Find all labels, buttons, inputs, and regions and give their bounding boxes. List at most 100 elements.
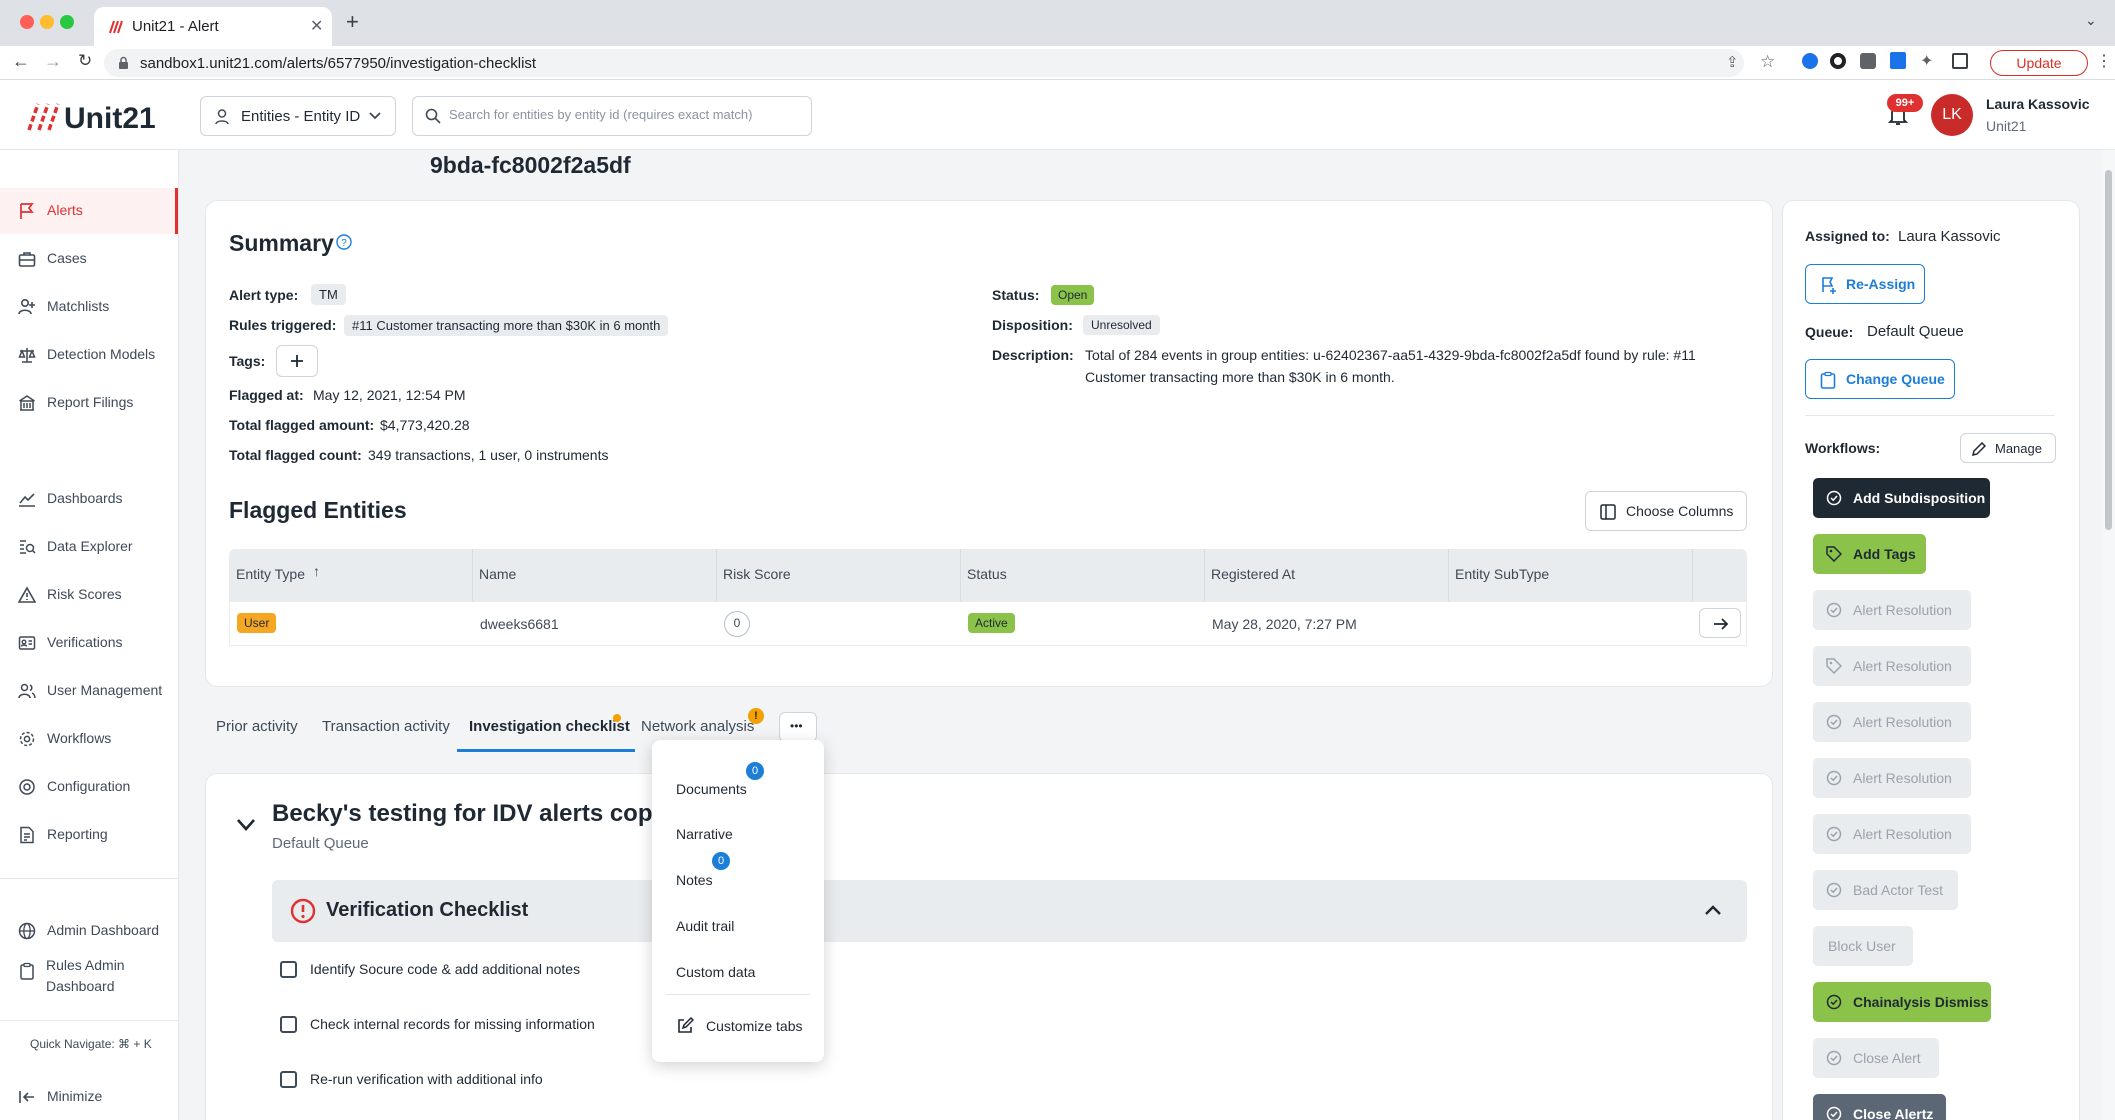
search-data-icon: [20, 540, 36, 554]
browser-menu-icon[interactable]: ⋮: [2096, 51, 2112, 71]
sidebar-item-alerts[interactable]: Alerts: [0, 188, 178, 234]
workflow-alert-resolution-button[interactable]: Alert Resolution: [1813, 758, 1971, 798]
browser-update-button[interactable]: Update: [1990, 50, 2088, 76]
sidebar-item-rules-admin-dashboard[interactable]: Rules Admin Dashboard: [0, 956, 178, 1006]
choose-columns-button[interactable]: Choose Columns: [1585, 491, 1747, 531]
disposition-badge: Unresolved: [1083, 315, 1160, 335]
workflow-alert-resolution-button[interactable]: Alert Resolution: [1813, 590, 1971, 630]
open-entity-button[interactable]: [1699, 608, 1741, 638]
dropdown-item-documents[interactable]: Documents: [676, 781, 747, 797]
entity-search-input[interactable]: [449, 107, 799, 122]
flag-icon: [20, 203, 34, 219]
tab-prior-activity[interactable]: Prior activity: [216, 718, 298, 735]
dropdown-item-custom-data[interactable]: Custom data: [676, 964, 755, 980]
entity-name-cell[interactable]: dweeks6681: [480, 616, 559, 632]
table-row[interactable]: User dweeks6681 0 Active May 28, 2020, 7…: [229, 601, 1747, 646]
column-header-status[interactable]: Status: [967, 566, 1007, 582]
workflow-label: Close Alert: [1853, 1050, 1921, 1066]
sidebar-item-workflows[interactable]: Workflows: [0, 716, 178, 762]
active-tab-underline: [457, 749, 635, 752]
reassign-button[interactable]: Re-Assign: [1805, 264, 1925, 304]
tab-transaction-activity[interactable]: Transaction activity: [322, 718, 450, 735]
workflow-alert-resolution-button[interactable]: Alert Resolution: [1813, 702, 1971, 742]
help-icon[interactable]: ?: [336, 234, 352, 250]
new-tab-icon[interactable]: +: [346, 9, 359, 35]
tab-close-icon[interactable]: ✕: [310, 16, 323, 36]
collapse-chevron-icon[interactable]: [236, 818, 256, 832]
workflow-add-tags-button[interactable]: Add Tags: [1813, 534, 1926, 574]
tab-network-analysis[interactable]: Network analysis: [641, 718, 754, 735]
tab-list-chevron-icon[interactable]: ⌄: [2085, 12, 2097, 29]
extension-icon[interactable]: [1802, 53, 1818, 69]
sidebar: Alerts Cases Matchlists Detection Models…: [0, 150, 179, 1120]
sidepanel-icon[interactable]: [1952, 53, 1968, 69]
sidebar-item-reporting[interactable]: Reporting: [0, 812, 178, 858]
omnibox[interactable]: sandbox1.unit21.com/alerts/6577950/inves…: [104, 49, 1744, 77]
sidebar-item-report-filings[interactable]: Report Filings: [0, 380, 178, 426]
sidebar-divider: [0, 878, 178, 879]
column-header-registered-at[interactable]: Registered At: [1211, 566, 1295, 582]
workflow-alert-resolution-button[interactable]: Alert Resolution: [1813, 814, 1971, 854]
dropdown-item-notes[interactable]: Notes: [676, 872, 713, 888]
sort-arrow-up-icon[interactable]: ↑: [313, 563, 320, 579]
browser-tab[interactable]: Unit21 - Alert ✕: [94, 7, 332, 46]
rules-triggered-label: Rules triggered:: [229, 317, 337, 333]
more-tabs-button[interactable]: •••: [779, 712, 817, 742]
window-minimize-button[interactable]: [40, 15, 54, 29]
extension-icon[interactable]: [1830, 53, 1846, 69]
sidebar-item-matchlists[interactable]: Matchlists: [0, 284, 178, 330]
workflow-add-subdisposition-button[interactable]: Add Subdisposition: [1813, 478, 1990, 518]
page-scrollbar[interactable]: [2102, 150, 2115, 1120]
download-icon[interactable]: [1890, 52, 1906, 69]
workflow-chainalysis-dismiss-button[interactable]: Chainalysis Dismiss: [1813, 982, 1991, 1022]
workflow-block-user-button[interactable]: Block User: [1813, 926, 1913, 966]
puzzle-icon[interactable]: ✦: [1920, 51, 1933, 71]
scrollbar-thumb[interactable]: [2105, 170, 2112, 530]
tab-investigation-checklist[interactable]: Investigation checklist: [469, 718, 630, 735]
window-zoom-button[interactable]: [60, 15, 74, 29]
checkbox[interactable]: [280, 1071, 297, 1088]
sidebar-item-detection-models[interactable]: Detection Models: [0, 332, 178, 378]
column-header-name[interactable]: Name: [479, 566, 516, 582]
dropdown-item-narrative[interactable]: Narrative: [676, 826, 733, 842]
workflow-close-alert-button[interactable]: Close Alert: [1813, 1038, 1939, 1078]
forward-icon[interactable]: →: [44, 51, 62, 72]
avatar[interactable]: LK: [1931, 94, 1973, 136]
share-icon[interactable]: ⇪: [1726, 53, 1739, 71]
sidebar-item-verifications[interactable]: Verifications: [0, 620, 178, 666]
check-circle-icon: [1826, 994, 1842, 1010]
checkbox[interactable]: [280, 1016, 297, 1033]
dropdown-item-audit-trail[interactable]: Audit trail: [676, 918, 734, 934]
sidebar-item-configuration[interactable]: Configuration: [0, 764, 178, 810]
customize-tabs-button[interactable]: Customize tabs: [666, 1006, 810, 1046]
sidebar-item-risk-scores[interactable]: Risk Scores: [0, 572, 178, 618]
workflow-close-alertz-button[interactable]: Close Alertz: [1813, 1094, 1946, 1120]
verification-checklist-header[interactable]: Verification Checklist: [272, 880, 1747, 942]
sidebar-item-dashboards[interactable]: Dashboards: [0, 476, 178, 522]
change-queue-button[interactable]: Change Queue: [1805, 359, 1955, 399]
column-header-entity-subtype[interactable]: Entity SubType: [1455, 566, 1549, 582]
pencil-icon: [1972, 442, 1986, 456]
chevron-up-icon[interactable]: [1704, 904, 1722, 916]
reload-icon[interactable]: ↻: [78, 51, 92, 71]
rules-triggered-chip[interactable]: #11 Customer transacting more than $30K …: [344, 315, 669, 336]
add-tag-button[interactable]: [276, 345, 318, 377]
checkbox[interactable]: [280, 961, 297, 978]
entity-type-select[interactable]: Entities - Entity ID: [200, 96, 396, 136]
sidebar-item-data-explorer[interactable]: Data Explorer: [0, 524, 178, 570]
back-icon[interactable]: ←: [12, 51, 30, 72]
sidebar-item-user-management[interactable]: User Management: [0, 668, 178, 714]
extension-icon[interactable]: [1860, 53, 1876, 69]
column-header-entity-type[interactable]: Entity Type: [236, 566, 305, 582]
manage-workflows-button[interactable]: Manage: [1960, 433, 2056, 463]
workflow-alert-resolution-button[interactable]: Alert Resolution: [1813, 646, 1971, 686]
column-header-risk-score[interactable]: Risk Score: [723, 566, 791, 582]
window-close-button[interactable]: [20, 15, 34, 29]
status-label: Status:: [992, 287, 1040, 303]
sidebar-minimize-button[interactable]: Minimize: [0, 1074, 178, 1120]
panel-divider: [1805, 415, 2055, 416]
sidebar-item-cases[interactable]: Cases: [0, 236, 178, 282]
sidebar-item-admin-dashboard[interactable]: Admin Dashboard: [0, 908, 178, 954]
bookmark-star-icon[interactable]: ☆: [1760, 52, 1775, 72]
workflow-bad-actor-test-button[interactable]: Bad Actor Test: [1813, 870, 1958, 910]
